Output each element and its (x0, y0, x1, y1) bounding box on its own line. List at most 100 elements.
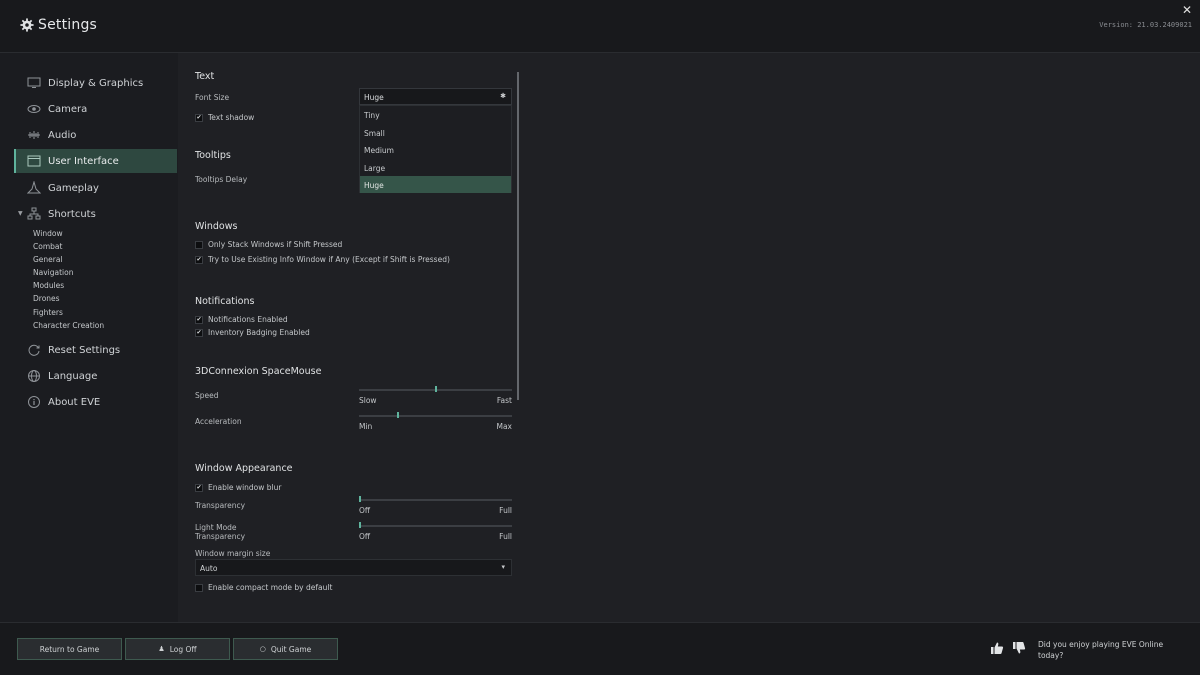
waveform-icon (28, 131, 40, 139)
shortcut-subitem-general[interactable]: General (33, 255, 63, 264)
slider-thumb[interactable] (434, 386, 437, 392)
refresh-icon (28, 344, 40, 356)
inventory-badging-checkbox[interactable]: ✔ Inventory Badging Enabled (195, 328, 310, 337)
checkbox-box: ✔ (195, 483, 203, 492)
slider-thumb[interactable] (396, 412, 399, 418)
sidebar-item-reset-settings[interactable]: Reset Settings (14, 338, 177, 362)
checkbox-label: Try to Use Existing Info Window if Any (… (208, 255, 450, 264)
sidebar-item-about-eve[interactable]: About EVE (14, 390, 177, 414)
chevron-down-icon: ▼ (18, 210, 23, 217)
light-mode-label: Light Mode (195, 523, 237, 532)
font-size-option-large[interactable]: Large (360, 159, 511, 176)
light-transparency-min-label: Off (359, 532, 371, 541)
shortcut-subitem-fighters[interactable]: Fighters (33, 308, 63, 317)
sidebar-item-user-interface[interactable]: User Interface (14, 149, 177, 173)
feedback-line: Did you enjoy playing EVE Online (1038, 640, 1164, 649)
power-icon: ○ (259, 645, 266, 653)
checkbox-label: Inventory Badging Enabled (208, 328, 310, 337)
sidebar-item-audio[interactable]: Audio (14, 123, 177, 147)
window-blur-checkbox[interactable]: ✔ Enable window blur (195, 483, 281, 492)
sidebar-item-gameplay[interactable]: Gameplay (14, 176, 177, 200)
shortcut-subitem-character-creation[interactable]: Character Creation (33, 321, 104, 330)
option-label: Large (364, 163, 386, 173)
sidebar-item-language[interactable]: Language (14, 364, 177, 388)
section-title-window-appearance: Window Appearance (195, 463, 293, 474)
window-title: Settings (20, 17, 97, 33)
section-title-notifications: Notifications (195, 296, 255, 307)
font-size-option-medium[interactable]: Medium (360, 141, 511, 158)
checkbox-box (195, 240, 203, 249)
speed-min-label: Slow (359, 396, 377, 405)
transparency-max-label: Full (499, 506, 512, 515)
notifications-enabled-checkbox[interactable]: ✔ Notifications Enabled (195, 315, 288, 324)
section-title-text: Text (195, 71, 215, 82)
acceleration-max-label: Max (496, 422, 512, 431)
close-button[interactable]: ✕ (1182, 3, 1192, 17)
checkbox-box: ✔ (195, 315, 203, 324)
sidebar-item-display-graphics[interactable]: Display & Graphics (14, 71, 177, 95)
globe-icon (28, 370, 40, 382)
font-size-dropdown-menu: Tiny Small Medium Large Huge (359, 105, 512, 193)
window-margin-label: Window margin size (195, 549, 271, 558)
sidebar-item-label: Display & Graphics (48, 77, 144, 89)
font-size-option-huge[interactable]: Huge (360, 176, 511, 193)
sidebar-item-label: About EVE (48, 396, 101, 408)
hierarchy-icon (27, 207, 41, 220)
existing-info-window-checkbox[interactable]: ✔ Try to Use Existing Info Window if Any… (195, 255, 450, 264)
check-icon: ✔ (196, 328, 202, 336)
transparency-slider[interactable] (359, 496, 512, 504)
return-to-game-button[interactable]: Return to Game (17, 638, 122, 660)
sidebar-item-label: Camera (48, 103, 88, 115)
dropdown-open-icon: ✱ (500, 92, 506, 100)
thumbs-up-icon[interactable] (990, 641, 1004, 655)
gear-icon (20, 18, 34, 32)
section-title-windows: Windows (195, 221, 238, 232)
font-size-value: Huge (364, 93, 384, 102)
checkbox-label: Text shadow (208, 113, 255, 122)
user-icon: ♟ (158, 645, 165, 653)
shortcut-subitem-modules[interactable]: Modules (33, 281, 64, 290)
speed-label: Speed (195, 391, 219, 400)
thumbs-down-icon[interactable] (1012, 641, 1026, 655)
shortcut-subitem-drones[interactable]: Drones (33, 294, 60, 303)
slider-thumb[interactable] (359, 522, 361, 528)
font-size-select[interactable]: Huge ✱ (359, 88, 512, 105)
shortcut-subitem-window[interactable]: Window (33, 229, 63, 238)
monitor-icon (27, 77, 41, 88)
option-label: Small (364, 128, 385, 138)
transparency-min-label: Off (359, 506, 371, 515)
compact-mode-checkbox[interactable]: Enable compact mode by default (195, 583, 332, 592)
slider-track (359, 415, 512, 417)
info-icon (28, 396, 40, 408)
transparency-label: Transparency (195, 501, 246, 510)
text-shadow-checkbox[interactable]: ✔ Text shadow (195, 113, 254, 122)
slider-thumb[interactable] (359, 496, 361, 502)
checkbox-box: ✔ (195, 113, 203, 122)
shortcut-subitem-combat[interactable]: Combat (33, 242, 62, 251)
title-bar (0, 0, 1200, 53)
speed-slider[interactable] (359, 386, 512, 394)
window-margin-value: Auto (200, 564, 218, 573)
light-mode-transparency-slider[interactable] (359, 522, 512, 530)
acceleration-slider[interactable] (359, 412, 512, 420)
font-size-option-small[interactable]: Small (360, 124, 511, 141)
content-scrollbar[interactable] (517, 72, 519, 400)
sidebar-item-camera[interactable]: Camera (14, 97, 177, 121)
sidebar-item-shortcuts[interactable]: ▼ Shortcuts (14, 202, 177, 226)
check-icon: ✔ (196, 255, 202, 263)
sidebar-item-label: Shortcuts (48, 208, 96, 220)
check-icon: ✔ (196, 113, 202, 121)
shortcut-subitem-navigation[interactable]: Navigation (33, 268, 73, 277)
acceleration-min-label: Min (359, 422, 373, 431)
slider-track (359, 525, 512, 527)
window-margin-select[interactable]: Auto ▾ (195, 559, 512, 576)
font-size-option-tiny[interactable]: Tiny (360, 106, 511, 123)
log-off-button[interactable]: ♟ Log Off (125, 638, 230, 660)
check-icon: ✔ (196, 315, 202, 323)
stack-windows-checkbox[interactable]: Only Stack Windows if Shift Pressed (195, 240, 342, 249)
check-icon: ✔ (196, 483, 202, 491)
option-label: Tiny (364, 111, 380, 120)
quit-game-button[interactable]: ○ Quit Game (233, 638, 338, 660)
ship-icon (27, 181, 41, 194)
section-title-spacemouse: 3DConnexion SpaceMouse (195, 366, 322, 377)
